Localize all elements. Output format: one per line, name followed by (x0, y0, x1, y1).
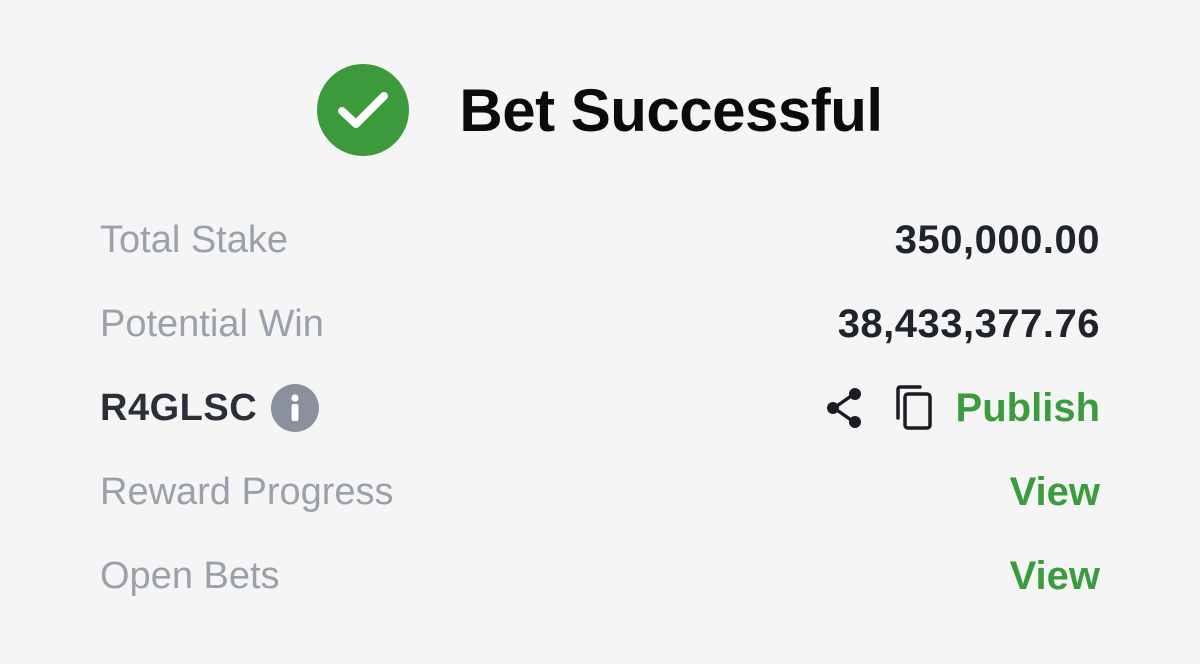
potential-win-label: Potential Win (100, 302, 324, 345)
open-bets-label: Open Bets (100, 554, 280, 597)
booking-actions: Publish (824, 384, 1100, 432)
potential-win-row: Potential Win 38,433,377.76 (100, 282, 1100, 366)
reward-progress-view-link[interactable]: View (1010, 470, 1100, 515)
total-stake-label: Total Stake (100, 218, 288, 261)
publish-button[interactable]: Publish (956, 386, 1100, 431)
info-icon[interactable] (271, 384, 320, 432)
share-icon[interactable] (824, 386, 866, 430)
reward-progress-row: Reward Progress View (100, 450, 1100, 534)
success-header: Bet Successful (0, 62, 1200, 158)
bet-details: Total Stake 350,000.00 Potential Win 38,… (100, 198, 1100, 618)
potential-win-value: 38,433,377.76 (837, 301, 1100, 346)
check-circle-icon (317, 64, 410, 156)
page-title: Bet Successful (459, 76, 883, 144)
total-stake-row: Total Stake 350,000.00 (100, 198, 1100, 282)
booking-code-row: R4GLSC Publish (100, 366, 1100, 450)
copy-icon[interactable] (894, 384, 934, 432)
total-stake-value: 350,000.00 (894, 217, 1100, 262)
open-bets-row: Open Bets View (100, 534, 1100, 618)
booking-code-group: R4GLSC (100, 384, 320, 432)
open-bets-view-link[interactable]: View (1010, 554, 1100, 599)
booking-code: R4GLSC (100, 386, 258, 429)
reward-progress-label: Reward Progress (100, 470, 394, 513)
